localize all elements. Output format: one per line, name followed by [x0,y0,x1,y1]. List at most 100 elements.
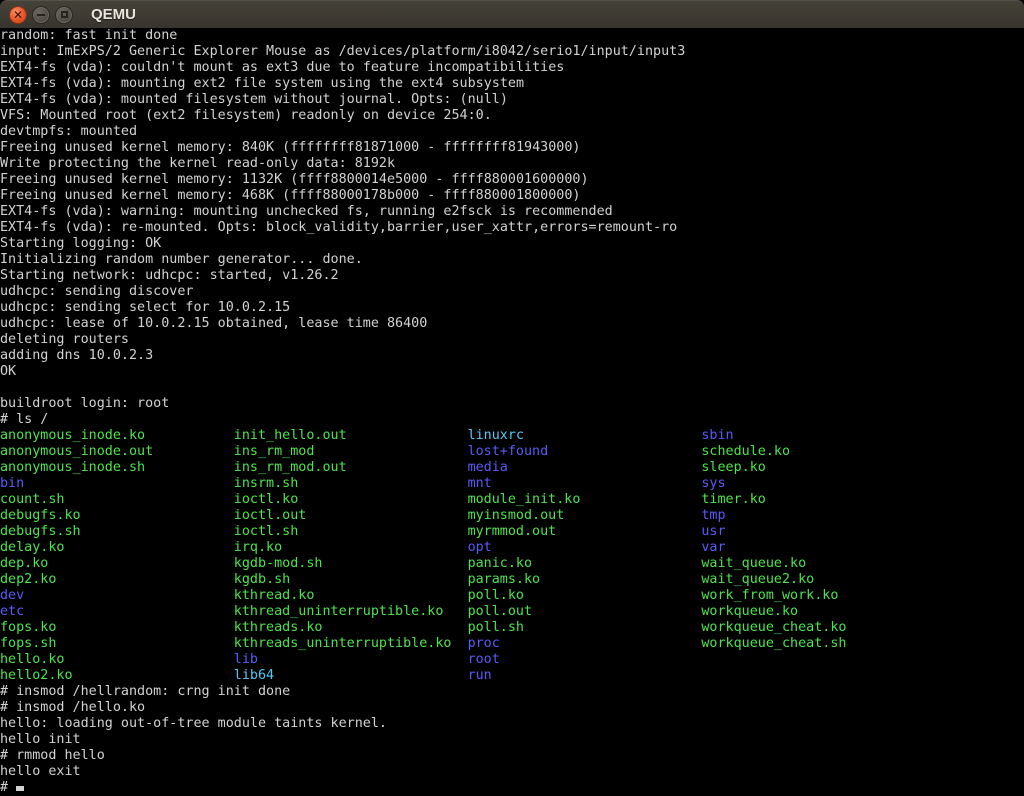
file-entry: irq.ko [234,540,468,556]
ls-row: dep.kokgdb-mod.shpanic.kowait_queue.ko [0,556,1024,572]
file-entry: workqueue_cheat.sh [701,636,935,652]
ls-row: count.shioctl.komodule_init.kotimer.ko [0,492,1024,508]
file-entry: poll.ko [468,588,702,604]
file-entry: ioctl.ko [234,492,468,508]
file-entry: fops.ko [0,620,234,636]
close-button[interactable]: ✕ [9,6,27,24]
file-entry: delay.ko [0,540,234,556]
console-text: OK [0,364,16,379]
console-text: Starting logging: OK [0,236,161,251]
console-line: EXT4-fs (vda): mounting ext2 file system… [0,76,1024,92]
ls-row: anonymous_inode.shins_rm_mod.outmediasle… [0,460,1024,476]
console-line [0,380,1024,396]
file-entry: myrmmod.out [468,524,702,540]
console-text: EXT4-fs (vda): couldn't mount as ext3 du… [0,60,564,75]
file-entry: kgdb.sh [234,572,468,588]
file-entry: debugfs.sh [0,524,234,540]
maximize-button[interactable] [55,6,73,24]
ls-row: dep2.kokgdb.shparams.kowait_queue2.ko [0,572,1024,588]
console-text: EXT4-fs (vda): mounted filesystem withou… [0,92,508,107]
window-titlebar[interactable]: ✕ QEMU [0,0,1024,28]
file-entry: schedule.ko [701,444,935,460]
window-title: QEMU [91,6,136,23]
file-entry: count.sh [0,492,234,508]
file-entry: work_from_work.ko [701,588,935,604]
console-line: udhcpc: sending discover [0,284,1024,300]
dir-entry: sys [701,476,935,492]
console-text: Freeing unused kernel memory: 468K (ffff… [0,188,580,203]
file-entry: kgdb-mod.sh [234,556,468,572]
ls-row: bininsrm.shmntsys [0,476,1024,492]
minimize-icon [37,14,45,16]
console-line: hello exit [0,764,1024,780]
console-line: udhcpc: sending select for 10.0.2.15 [0,300,1024,316]
file-entry: ins_rm_mod [234,444,468,460]
console-text: hello exit [0,764,81,779]
console-text: Freeing unused kernel memory: 840K (ffff… [0,140,580,155]
file-entry: poll.out [468,604,702,620]
file-entry: anonymous_inode.sh [0,460,234,476]
console-text: random: fast init done [0,28,177,43]
console-text: VFS: Mounted root (ext2 filesystem) read… [0,108,492,123]
file-entry: ioctl.sh [234,524,468,540]
minimize-button[interactable] [32,6,50,24]
file-entry: ins_rm_mod.out [234,460,468,476]
close-icon: ✕ [13,9,23,21]
dir-entry: run [468,668,702,684]
dir-entry: mnt [468,476,702,492]
dir-entry: root [468,652,702,668]
console-text: udhcpc: sending select for 10.0.2.15 [0,300,290,315]
ls-row: debugfs.koioctl.outmyinsmod.outtmp [0,508,1024,524]
console-text: udhcpc: sending discover [0,284,193,299]
console-line: # insmod /hello.ko [0,700,1024,716]
link-entry: linuxrc [468,428,702,444]
ls-row: fops.shkthreads_uninterruptible.koprocwo… [0,636,1024,652]
console-line: Initializing random number generator... … [0,252,1024,268]
dir-entry: dev [0,588,234,604]
ls-row: devkthread.kopoll.kowork_from_work.ko [0,588,1024,604]
console-text: udhcpc: lease of 10.0.2.15 obtained, lea… [0,316,427,331]
dir-entry: lib [234,652,468,668]
console-text: EXT4-fs (vda): mounting ext2 file system… [0,76,524,91]
maximize-icon [61,11,68,18]
console-text: # ls / [0,412,48,427]
file-entry: hello.ko [0,652,234,668]
dir-entry: etc [0,604,234,620]
dir-entry: var [701,540,935,556]
dir-entry: opt [468,540,702,556]
console-line: EXT4-fs (vda): mounted filesystem withou… [0,92,1024,108]
console-line: devtmpfs: mounted [0,124,1024,140]
file-entry: kthread.ko [234,588,468,604]
console-line: Starting network: udhcpc: started, v1.26… [0,268,1024,284]
console-line: deleting routers [0,332,1024,348]
file-entry: sleep.ko [701,460,935,476]
ls-row: anonymous_inode.outins_rm_modlost+founds… [0,444,1024,460]
file-entry: panic.ko [468,556,702,572]
console-text: # rmmod hello [0,748,105,763]
ls-row: anonymous_inode.koinit_hello.outlinuxrcs… [0,428,1024,444]
ls-row: etckthread_uninterruptible.kopoll.outwor… [0,604,1024,620]
dir-entry: bin [0,476,234,492]
console-text: hello init [0,732,81,747]
console-text: Initializing random number generator... … [0,252,363,267]
file-entry: fops.sh [0,636,234,652]
console-text: buildroot login: root [0,396,169,411]
console-line: Starting logging: OK [0,236,1024,252]
file-entry: dep2.ko [0,572,234,588]
console-text: EXT4-fs (vda): warning: mounting uncheck… [0,204,613,219]
prompt-line: # [0,780,1024,796]
console-line: adding dns 10.0.2.3 [0,348,1024,364]
console-line: input: ImExPS/2 Generic Explorer Mouse a… [0,44,1024,60]
file-entry: anonymous_inode.out [0,444,234,460]
console-line: EXT4-fs (vda): re-mounted. Opts: block_v… [0,220,1024,236]
file-entry: kthread_uninterruptible.ko [234,604,468,620]
file-entry: dep.ko [0,556,234,572]
terminal-screen[interactable]: random: fast init doneinput: ImExPS/2 Ge… [0,28,1024,796]
console-text: input: ImExPS/2 Generic Explorer Mouse a… [0,44,685,59]
console-line: Write protecting the kernel read-only da… [0,156,1024,172]
console-text: hello: loading out-of-tree module taints… [0,716,387,731]
console-line: hello: loading out-of-tree module taints… [0,716,1024,732]
console-line: EXT4-fs (vda): warning: mounting uncheck… [0,204,1024,220]
dir-entry: usr [701,524,935,540]
file-entry: debugfs.ko [0,508,234,524]
